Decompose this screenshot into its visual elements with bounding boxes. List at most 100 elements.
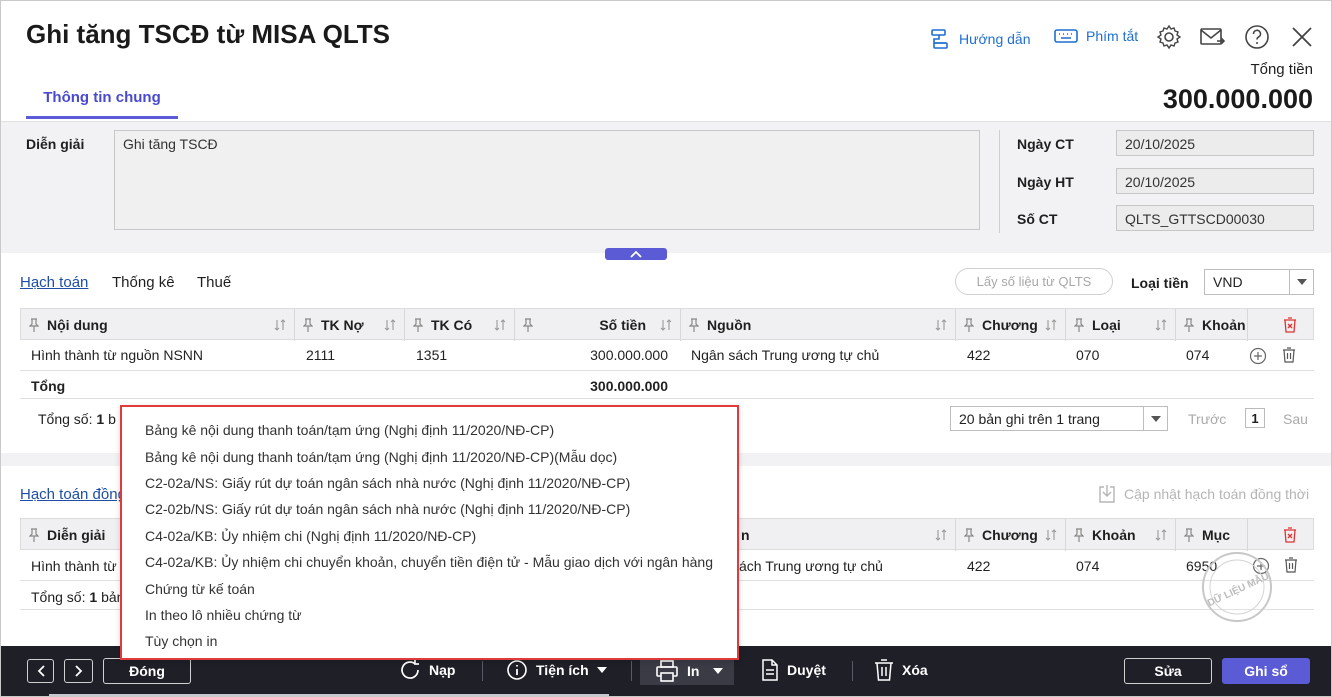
chevron-down-icon [1143, 407, 1167, 430]
date-ct-field[interactable]: 20/10/2025 [1116, 130, 1314, 156]
col-header-item[interactable]: Mục [1176, 519, 1248, 551]
date-ct-label: Ngày CT [1017, 136, 1074, 152]
pin-icon [29, 318, 39, 332]
close-icon[interactable] [1289, 24, 1315, 50]
row-divider [20, 398, 1314, 399]
description-label: Diễn giải [26, 136, 85, 152]
pin-icon [303, 318, 313, 332]
print-menu-item[interactable]: Tùy chọn in [122, 628, 737, 654]
tab-sync-accounting[interactable]: Hạch toán đồng [20, 486, 126, 503]
edit-button[interactable]: Sửa [1124, 658, 1212, 684]
col-header-type[interactable]: Loại [1066, 309, 1176, 341]
description-field[interactable]: Ghi tăng TSCĐ [114, 130, 980, 230]
col-header-chapter[interactable]: Chương [956, 309, 1066, 341]
info-icon [507, 660, 527, 680]
voucher-window: Ghi tăng TSCĐ từ MISA QLTS Hướng dẫn Phí… [0, 0, 1332, 697]
chevron-left-icon [37, 665, 45, 677]
update-sync-button[interactable]: Cập nhật hạch toán đồng thời [1098, 484, 1309, 504]
next-record-button[interactable] [64, 659, 93, 683]
print-button[interactable]: In [655, 660, 724, 682]
prev-record-button[interactable] [27, 659, 54, 683]
col-header-item[interactable]: Khoản [1176, 309, 1248, 341]
currency-select[interactable]: VND [1204, 269, 1314, 295]
caret-down-icon [596, 667, 607, 673]
col-header-amount[interactable]: Số tiền [515, 309, 681, 341]
tab-accounting[interactable]: Hạch toán [20, 274, 88, 291]
collapse-toggle[interactable] [605, 248, 667, 260]
guide-icon [931, 29, 948, 49]
current-page[interactable]: 1 [1245, 408, 1265, 428]
shortcut-label: Phím tắt [1086, 28, 1139, 44]
shortcut-link[interactable]: Phím tắt [1054, 28, 1138, 44]
pin-icon [1074, 528, 1084, 542]
sort-icon [494, 319, 506, 331]
tab-tax[interactable]: Thuế [197, 274, 231, 291]
tab-general-info[interactable]: Thông tin chung [26, 79, 178, 119]
approve-button[interactable]: Duyệt [761, 659, 826, 681]
currency-label: Loại tiền [1131, 275, 1189, 291]
currency-value: VND [1213, 274, 1243, 290]
chevron-down-icon [1289, 270, 1313, 294]
delete-all-icon[interactable] [1283, 317, 1297, 333]
sort-icon [384, 319, 396, 331]
pin-icon [1184, 528, 1194, 542]
fetch-qlts-button[interactable]: Lấy số liệu từ QLTS [955, 268, 1113, 295]
trash-icon [875, 659, 893, 681]
pin-icon [1184, 318, 1194, 332]
sort-icon [1155, 529, 1167, 541]
print-menu-item[interactable]: C4-02a/KB: Ủy nhiệm chi (Nghị định 11/20… [122, 523, 737, 549]
print-menu-item[interactable]: In theo lô nhiều chứng từ [122, 602, 737, 628]
pin-icon [689, 318, 699, 332]
print-menu-item[interactable]: Bảng kê nội dung thanh toán/tạm ứng (Ngh… [122, 443, 737, 469]
caret-down-icon [713, 668, 724, 674]
pin-icon [413, 318, 423, 332]
sort-icon [1155, 319, 1167, 331]
print-menu-item[interactable]: C4-02a/KB: Ủy nhiệm chi chuyển khoản, ch… [122, 549, 737, 575]
col-header-chapter[interactable]: Chương [956, 519, 1066, 551]
gear-icon[interactable] [1156, 24, 1182, 50]
col-header-debit[interactable]: TK Nợ [295, 309, 405, 341]
date-ht-field[interactable]: 20/10/2025 [1116, 168, 1314, 194]
sort-icon [935, 529, 947, 541]
total-label: Tổng tiền [1250, 61, 1313, 78]
svg-text:DỮ LIỆU MẪU: DỮ LIỆU MẪU [1205, 569, 1271, 609]
help-icon[interactable] [1244, 24, 1270, 50]
post-button[interactable]: Ghi sổ [1222, 658, 1310, 684]
date-ht-label: Ngày HT [1017, 174, 1074, 190]
utilities-button[interactable]: Tiện ích [506, 659, 607, 681]
add-row-icon[interactable] [1249, 347, 1267, 365]
toolbar-separator [482, 661, 483, 681]
page-title: Ghi tăng TSCĐ từ MISA QLTS [26, 19, 391, 49]
next-page-button[interactable]: Sau [1283, 411, 1308, 427]
mail-icon[interactable] [1199, 24, 1225, 50]
toolbar-separator [852, 661, 853, 681]
print-menu-item[interactable]: Bảng kê nội dung thanh toán/tạm ứng (Ngh… [122, 417, 737, 443]
print-menu-item[interactable]: C2-02a/NS: Giấy rút dự toán ngân sách nh… [122, 470, 737, 496]
pin-icon [964, 318, 974, 332]
keyboard-icon [1054, 29, 1078, 43]
so-ct-field[interactable]: QLTS_GTTSCD00030 [1116, 205, 1314, 231]
page-size-select[interactable]: 20 bản ghi trên 1 trang [950, 406, 1168, 431]
print-menu-item[interactable]: Chứng từ kế toán [122, 575, 737, 601]
refresh-icon [401, 660, 419, 679]
delete-button[interactable]: Xóa [874, 659, 928, 681]
tab-statistics[interactable]: Thống kê [112, 274, 175, 291]
col-header-credit[interactable]: TK Có [405, 309, 515, 341]
trash-icon[interactable] [1284, 557, 1298, 573]
col-header-content[interactable]: Nội dung [21, 309, 295, 341]
close-button[interactable]: Đóng [103, 658, 191, 684]
prev-page-button[interactable]: Trước [1188, 411, 1226, 427]
guide-link[interactable]: Hướng dẫn [929, 28, 1030, 50]
col-header-source[interactable]: Nguồn [681, 309, 956, 341]
delete-all-icon[interactable] [1283, 527, 1297, 543]
trash-icon[interactable] [1282, 347, 1296, 363]
reload-button[interactable]: Nạp [399, 659, 455, 681]
sync-record-count: Tổng số: 1 bản [31, 589, 125, 605]
col-header-section[interactable]: Khoản [1066, 519, 1176, 551]
sample-data-stamp: DỮ LIỆU MẪU [1202, 552, 1272, 622]
pin-icon [29, 528, 39, 542]
accounting-grid-header: Nội dung TK Nợ TK Có Số tiền Nguồn Chươn… [20, 308, 1314, 341]
print-menu-item[interactable]: C2-02b/NS: Giấy rút dự toán ngân sách nh… [122, 496, 737, 522]
guide-label: Hướng dẫn [959, 31, 1031, 47]
sort-icon [1045, 319, 1057, 331]
